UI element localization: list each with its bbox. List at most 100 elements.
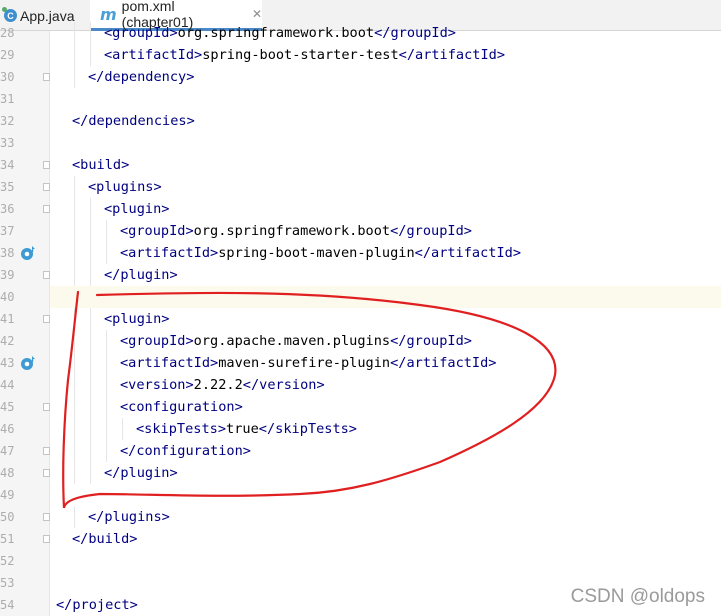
code-line[interactable]: 44 <version>2.22.2</version> <box>0 374 721 396</box>
code-text: </plugins> <box>88 506 170 528</box>
fold-marker-icon[interactable] <box>43 183 50 191</box>
line-number: 46 <box>0 422 15 436</box>
code-line[interactable]: 41 <plugin> <box>0 308 721 330</box>
code-line[interactable]: 47 </configuration> <box>0 440 721 462</box>
code-editor[interactable]: 28 <groupId>org.springframework.boot</gro… <box>0 22 721 616</box>
xml-tag: <skipTests> <box>136 421 227 437</box>
line-number: 37 <box>0 224 15 238</box>
code-line[interactable]: 40 <box>0 286 721 308</box>
code-line[interactable]: 33 <box>0 132 721 154</box>
indent-guide <box>90 308 91 330</box>
maven-plugin-gutter-icon[interactable] <box>20 355 36 371</box>
xml-tag: <artifactId> <box>120 245 219 261</box>
xml-tag: </plugin> <box>104 465 178 481</box>
code-text: <plugins> <box>88 176 162 198</box>
xml-tag: </configuration> <box>120 443 251 459</box>
code-line[interactable]: 43 <artifactId>maven-surefire-plugin</art… <box>0 352 721 374</box>
code-line[interactable]: 29 <artifactId>spring-boot-starter-test</… <box>0 44 721 66</box>
close-icon[interactable]: ✕ <box>252 7 262 21</box>
code-text: <plugin> <box>104 308 169 330</box>
indent-guide <box>74 198 75 220</box>
xml-value: org.apache.maven.plugins <box>193 333 391 349</box>
code-line[interactable]: 45 <configuration> <box>0 396 721 418</box>
fold-marker-icon[interactable] <box>43 447 50 455</box>
line-number: 28 <box>0 26 15 40</box>
fold-marker-icon[interactable] <box>43 161 50 169</box>
indent-guide <box>90 22 91 44</box>
xml-tag: </groupId> <box>390 223 472 239</box>
code-text: <configuration> <box>120 396 243 418</box>
indent-guide <box>74 66 75 88</box>
indent-guide <box>90 396 91 418</box>
indent-guide <box>106 330 107 352</box>
code-line[interactable]: 48 </plugin> <box>0 462 721 484</box>
xml-tag: </build> <box>72 531 138 547</box>
code-line[interactable]: 34 <build> <box>0 154 721 176</box>
code-text: </dependency> <box>88 66 194 88</box>
code-text: </plugin> <box>104 462 178 484</box>
indent-guide <box>74 176 75 198</box>
indent-guide <box>90 264 91 286</box>
line-number: 48 <box>0 466 15 480</box>
xml-tag: </artifactId> <box>414 245 522 261</box>
line-number: 35 <box>0 180 15 194</box>
xml-value: maven-surefire-plugin <box>218 355 391 371</box>
line-number: 43 <box>0 356 15 370</box>
xml-tag: <groupId> <box>104 25 178 41</box>
xml-tag: </artifactId> <box>390 355 497 371</box>
line-number: 34 <box>0 158 15 172</box>
code-line[interactable]: 49 <box>0 484 721 506</box>
code-line[interactable]: 31 <box>0 88 721 110</box>
indent-guide <box>74 396 75 418</box>
fold-marker-icon[interactable] <box>43 513 50 521</box>
code-line[interactable]: 51 </build> <box>0 528 721 550</box>
indent-guide <box>74 352 75 374</box>
line-number: 50 <box>0 510 15 524</box>
indent-guide <box>74 462 75 484</box>
code-line[interactable]: 36 <plugin> <box>0 198 721 220</box>
fold-marker-icon[interactable] <box>43 271 50 279</box>
line-number: 30 <box>0 70 15 84</box>
code-line[interactable]: 52 <box>0 550 721 572</box>
fold-marker-icon[interactable] <box>43 315 50 323</box>
line-number: 31 <box>0 92 15 106</box>
xml-tag: <build> <box>72 157 130 173</box>
line-number: 54 <box>0 598 15 612</box>
xml-tag: </groupId> <box>390 333 472 349</box>
indent-guide <box>90 418 91 440</box>
line-number: 33 <box>0 136 15 150</box>
code-line[interactable]: 46 <skipTests>true</skipTests> <box>0 418 721 440</box>
code-line[interactable]: 32 </dependencies> <box>0 110 721 132</box>
xml-value: true <box>226 421 259 437</box>
indent-guide <box>74 330 75 352</box>
indent-guide <box>90 374 91 396</box>
code-line[interactable]: 38 <artifactId>spring-boot-maven-plugin</… <box>0 242 721 264</box>
fold-marker-icon[interactable] <box>43 403 50 411</box>
maven-plugin-gutter-icon[interactable] <box>20 245 36 261</box>
fold-marker-icon[interactable] <box>43 535 50 543</box>
code-line[interactable]: 28 <groupId>org.springframework.boot</gro… <box>0 22 721 44</box>
code-line[interactable]: 50 </plugins> <box>0 506 721 528</box>
fold-marker-icon[interactable] <box>43 469 50 477</box>
code-text: </build> <box>72 528 137 550</box>
indent-guide <box>106 242 107 264</box>
indent-guide <box>90 44 91 66</box>
indent-guide <box>106 396 107 418</box>
xml-tag: <configuration> <box>120 399 243 415</box>
fold-marker-icon[interactable] <box>43 205 50 213</box>
code-line[interactable]: 39 </plugin> <box>0 264 721 286</box>
code-text: <artifactId>spring-boot-starter-test</ar… <box>104 44 505 66</box>
indent-guide <box>90 440 91 462</box>
xml-value: 2.22.2 <box>193 377 243 393</box>
code-line[interactable]: 42 <groupId>org.apache.maven.plugins</gro… <box>0 330 721 352</box>
code-line[interactable]: 35 <plugins> <box>0 176 721 198</box>
line-number: 29 <box>0 48 15 62</box>
indent-guide <box>106 440 107 462</box>
indent-guide <box>122 418 123 440</box>
indent-guide <box>90 198 91 220</box>
code-line[interactable]: 37 <groupId>org.springframework.boot</gro… <box>0 220 721 242</box>
indent-guide <box>74 440 75 462</box>
code-line[interactable]: 30 </dependency> <box>0 66 721 88</box>
fold-marker-icon[interactable] <box>43 73 50 81</box>
xml-value: spring-boot-maven-plugin <box>218 245 415 261</box>
